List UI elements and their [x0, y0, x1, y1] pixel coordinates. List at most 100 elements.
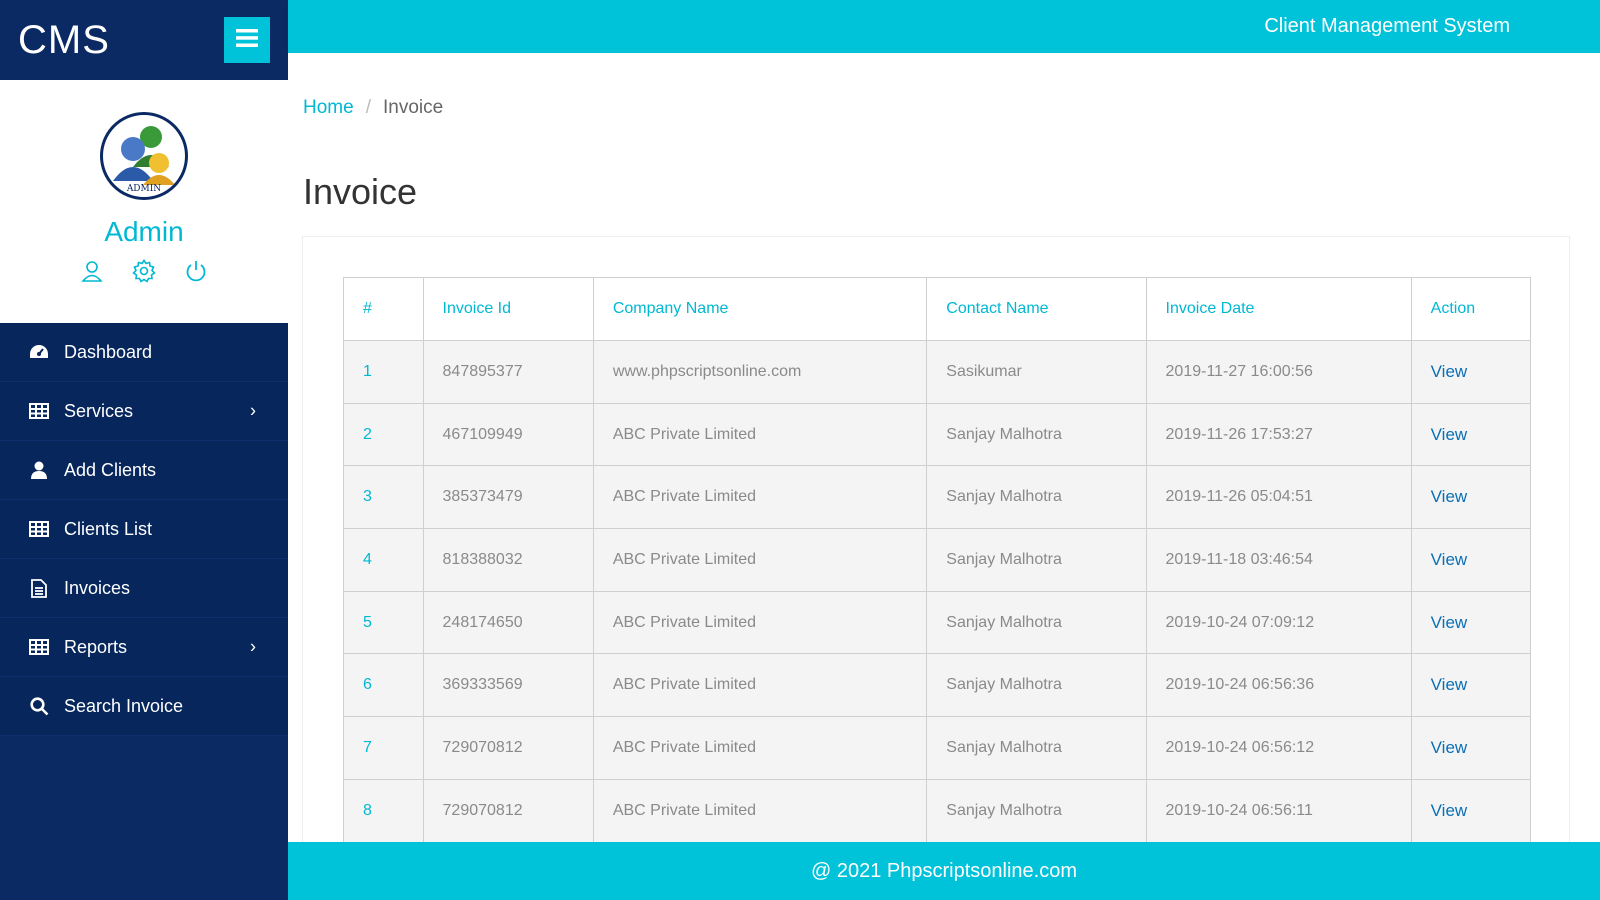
- breadcrumb-separator: /: [365, 97, 371, 118]
- table-row: 5 248174650 ABC Private Limited Sanjay M…: [343, 590, 1532, 655]
- gear-icon[interactable]: [131, 258, 157, 284]
- dashboard-icon: [28, 341, 50, 363]
- view-invoice-link[interactable]: View: [1431, 425, 1468, 444]
- brand-bar: CMS: [0, 0, 288, 80]
- company-name-cell: www.phpscriptsonline.com: [592, 340, 928, 404]
- view-invoice-link[interactable]: View: [1431, 801, 1468, 820]
- invoice-date-cell: 2019-11-27 16:00:56: [1145, 340, 1412, 404]
- contact-name-cell: Sanjay Malhotra: [926, 778, 1147, 842]
- profile-actions: [79, 258, 209, 284]
- contact-name-cell: Sasikumar: [926, 340, 1147, 404]
- column-header-company-name: Company Name: [592, 277, 928, 341]
- view-invoice-link[interactable]: View: [1431, 550, 1468, 569]
- invoice-id-cell: 385373479: [422, 465, 594, 530]
- top-bar: Client Management System: [288, 0, 1600, 53]
- table-row: 8 729070812 ABC Private Limited Sanjay M…: [343, 778, 1532, 842]
- profile-panel: ADMIN Admin: [0, 80, 288, 323]
- invoice-date-cell: 2019-11-26 05:04:51: [1145, 465, 1412, 530]
- sidebar-item-search-invoice[interactable]: Search Invoice: [0, 677, 288, 736]
- action-cell: View: [1410, 653, 1532, 718]
- profile-name: Admin: [104, 216, 184, 247]
- table-row: 3 385373479 ABC Private Limited Sanjay M…: [343, 465, 1532, 530]
- sidebar-item-services[interactable]: Services ›: [0, 382, 288, 441]
- table-header-row: # Invoice Id Company Name Contact Name I…: [343, 277, 1532, 341]
- menu-toggle-button[interactable]: [224, 17, 270, 63]
- user-icon: [28, 459, 50, 481]
- file-icon: [28, 577, 50, 599]
- row-number: 4: [343, 528, 424, 592]
- sidebar-item-invoices[interactable]: Invoices: [0, 559, 288, 618]
- invoice-id-cell: 369333569: [422, 653, 594, 718]
- view-invoice-link[interactable]: View: [1431, 613, 1468, 632]
- table-row: 7 729070812 ABC Private Limited Sanjay M…: [343, 716, 1532, 780]
- contact-name-cell: Sanjay Malhotra: [926, 716, 1147, 780]
- column-header-contact-name: Contact Name: [926, 277, 1147, 341]
- chevron-right-icon: ›: [250, 636, 256, 657]
- avatar-label: ADMIN: [126, 184, 161, 194]
- sidebar: CMS ADMIN Admin Dashboard Services › Add…: [0, 0, 288, 900]
- company-name-cell: ABC Private Limited: [592, 465, 928, 530]
- invoice-date-cell: 2019-11-26 17:53:27: [1145, 402, 1412, 467]
- power-icon[interactable]: [183, 258, 209, 284]
- sidebar-item-label: Services: [64, 400, 134, 421]
- sidebar-item-clients-list[interactable]: Clients List: [0, 500, 288, 559]
- column-header-number: #: [343, 277, 424, 341]
- row-number: 5: [343, 590, 424, 655]
- column-header-invoice-id: Invoice Id: [422, 277, 594, 341]
- invoice-date-cell: 2019-10-24 06:56:36: [1145, 653, 1412, 718]
- invoice-date-cell: 2019-10-24 07:09:12: [1145, 590, 1412, 655]
- action-cell: View: [1410, 778, 1532, 842]
- footer: @ 2021 Phpscriptsonline.com: [288, 842, 1600, 900]
- action-cell: View: [1410, 716, 1532, 780]
- sidebar-item-reports[interactable]: Reports ›: [0, 618, 288, 677]
- company-name-cell: ABC Private Limited: [592, 778, 928, 842]
- company-name-cell: ABC Private Limited: [592, 528, 928, 592]
- invoice-id-cell: 729070812: [422, 716, 594, 780]
- sidebar-item-dashboard[interactable]: Dashboard: [0, 323, 288, 382]
- view-invoice-link[interactable]: View: [1431, 362, 1468, 381]
- company-name-cell: ABC Private Limited: [592, 590, 928, 655]
- table-icon: [28, 518, 50, 540]
- action-cell: View: [1410, 402, 1532, 467]
- invoice-id-cell: 729070812: [422, 778, 594, 842]
- user-icon[interactable]: [79, 258, 105, 284]
- avatar: ADMIN: [100, 112, 188, 200]
- sidebar-item-label: Add Clients: [64, 459, 157, 480]
- invoice-id-cell: 248174650: [422, 590, 594, 655]
- table-icon: [28, 400, 50, 422]
- sidebar-item-add-clients[interactable]: Add Clients: [0, 441, 288, 500]
- table-row: 2 467109949 ABC Private Limited Sanjay M…: [343, 402, 1532, 467]
- row-number: 3: [343, 465, 424, 530]
- company-name-cell: ABC Private Limited: [592, 716, 928, 780]
- contact-name-cell: Sanjay Malhotra: [926, 590, 1147, 655]
- contact-name-cell: Sanjay Malhotra: [926, 528, 1147, 592]
- sidebar-item-label: Invoices: [64, 577, 131, 598]
- contact-name-cell: Sanjay Malhotra: [926, 653, 1147, 718]
- column-header-action: Action: [1410, 277, 1532, 341]
- sidebar-item-label: Clients List: [64, 518, 153, 539]
- breadcrumb-home-link[interactable]: Home: [303, 97, 354, 118]
- invoice-id-cell: 818388032: [422, 528, 594, 592]
- contact-name-cell: Sanjay Malhotra: [926, 465, 1147, 530]
- breadcrumb-current: Invoice: [382, 97, 444, 118]
- brand-logo-text: CMS: [18, 17, 110, 62]
- row-number: 8: [343, 778, 424, 842]
- row-number: 1: [343, 340, 424, 404]
- action-cell: View: [1410, 528, 1532, 592]
- table-row: 6 369333569 ABC Private Limited Sanjay M…: [343, 653, 1532, 718]
- page-title: Invoice: [303, 171, 418, 212]
- view-invoice-link[interactable]: View: [1431, 738, 1468, 757]
- contact-name-cell: Sanjay Malhotra: [926, 402, 1147, 467]
- view-invoice-link[interactable]: View: [1431, 675, 1468, 694]
- table-icon: [28, 636, 50, 658]
- table-row: 1 847895377 www.phpscriptsonline.com Sas…: [343, 340, 1532, 404]
- invoice-id-cell: 467109949: [422, 402, 594, 467]
- invoice-id-cell: 847895377: [422, 340, 594, 404]
- action-cell: View: [1410, 590, 1532, 655]
- action-cell: View: [1410, 465, 1532, 530]
- view-invoice-link[interactable]: View: [1431, 487, 1468, 506]
- action-cell: View: [1410, 340, 1532, 404]
- row-number: 2: [343, 402, 424, 467]
- invoice-date-cell: 2019-10-24 06:56:12: [1145, 716, 1412, 780]
- table-row: 4 818388032 ABC Private Limited Sanjay M…: [343, 528, 1532, 592]
